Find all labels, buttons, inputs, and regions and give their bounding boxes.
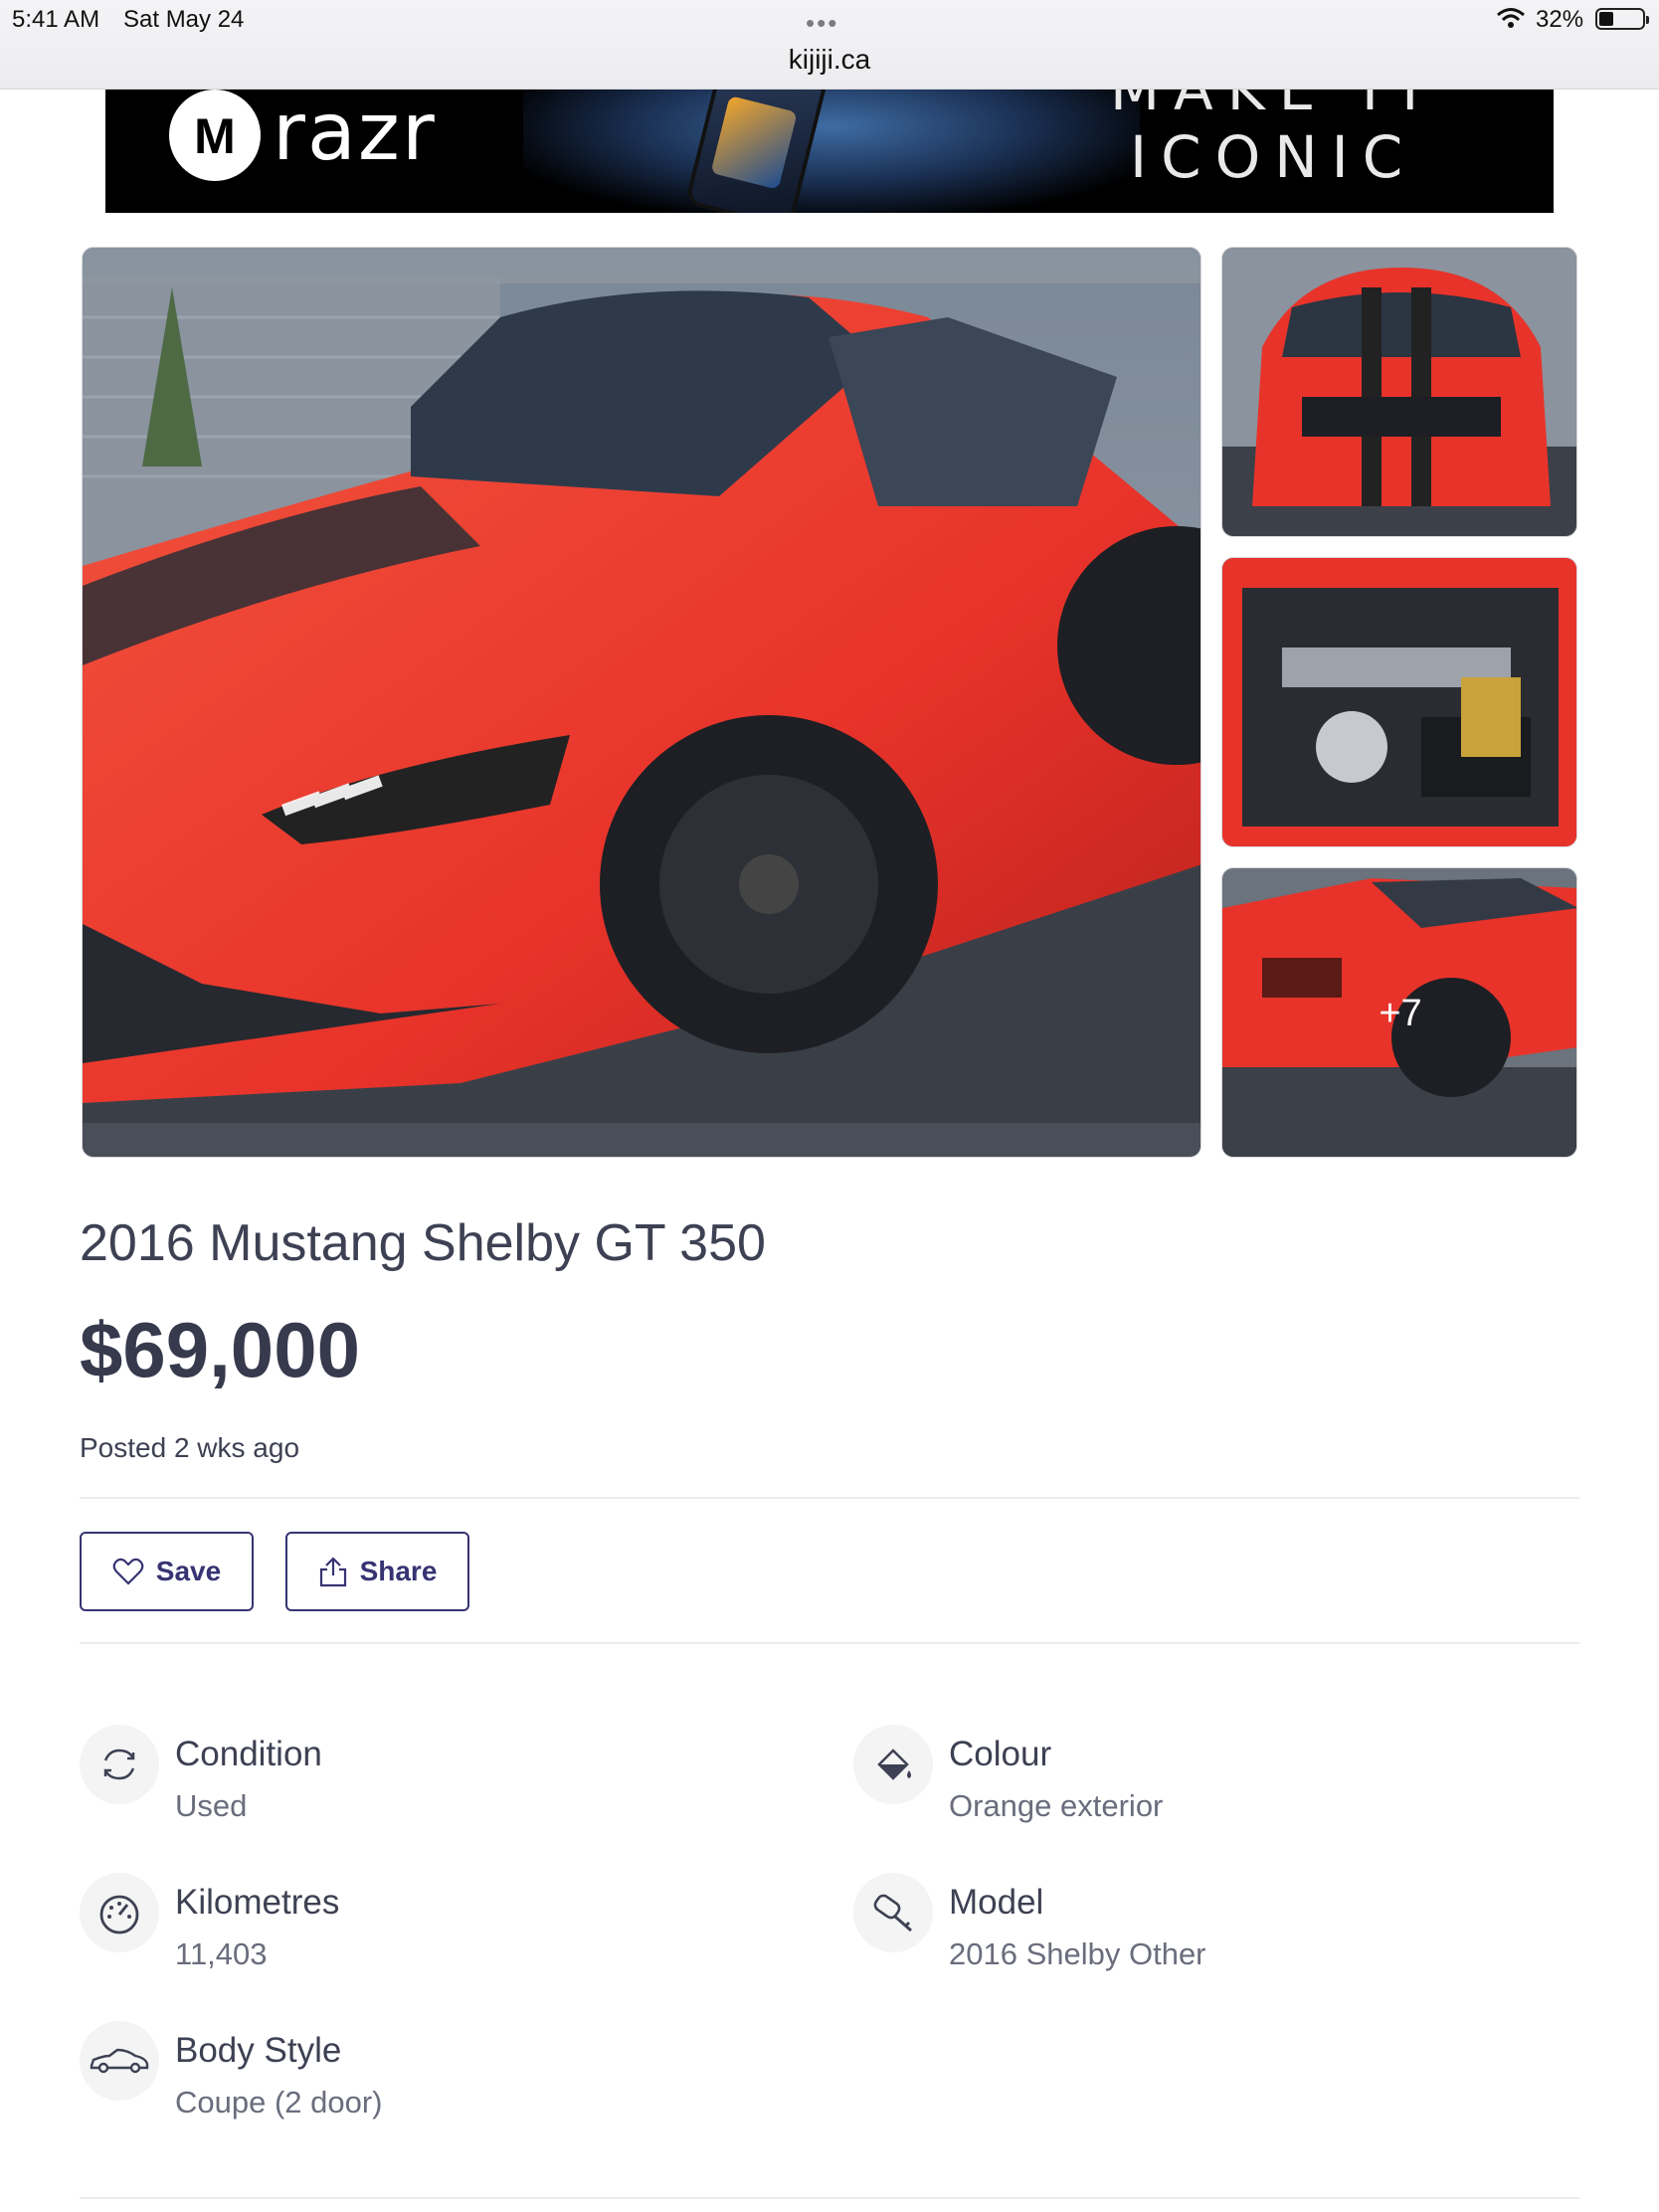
share-label: Share bbox=[359, 1556, 438, 1586]
ad-banner[interactable]: M razr MAKE IT ICONIC bbox=[105, 90, 1554, 213]
ad-background-glow bbox=[523, 90, 1140, 213]
attribute-label: Colour bbox=[949, 1735, 1052, 1773]
address-bar-url[interactable]: kijiji.ca bbox=[0, 44, 1659, 76]
ad-headline-line1: MAKE IT bbox=[1110, 90, 1442, 123]
share-button[interactable]: Share bbox=[285, 1532, 469, 1611]
ad-headline-line2: ICONIC bbox=[1130, 123, 1417, 191]
wifi-icon bbox=[1497, 8, 1525, 28]
more-photos-count: +7 bbox=[1379, 993, 1422, 1034]
attribute-model: Model 2016 Shelby Other bbox=[853, 1873, 1609, 1992]
car-key-icon bbox=[853, 1873, 933, 1952]
car-icon bbox=[80, 2021, 159, 2101]
share-icon bbox=[319, 1557, 346, 1587]
attribute-value: Coupe (2 door) bbox=[175, 2085, 383, 2120]
thumbnail-engine[interactable] bbox=[1221, 557, 1577, 847]
attribute-condition: Condition Used bbox=[80, 1725, 835, 1844]
posted-date: Posted 2 wks ago bbox=[80, 1432, 300, 1463]
status-date: Sat May 24 bbox=[123, 6, 245, 33]
heart-icon bbox=[112, 1558, 144, 1585]
attribute-value: 11,403 bbox=[175, 1936, 268, 1971]
attribute-label: Kilometres bbox=[175, 1883, 340, 1922]
listing-price: $69,000 bbox=[80, 1306, 360, 1393]
listing-title: 2016 Mustang Shelby GT 350 bbox=[80, 1214, 766, 1272]
browser-status-bar: 5:41 AM Sat May 24 ••• kijiji.ca 32% bbox=[0, 0, 1659, 90]
ad-brand-text: razr bbox=[273, 90, 437, 178]
thumbnail-rear-more[interactable]: +7 bbox=[1221, 867, 1577, 1158]
attribute-label: Model bbox=[949, 1883, 1044, 1922]
car-side-illustration bbox=[83, 248, 1200, 1157]
attribute-label: Body Style bbox=[175, 2031, 342, 2070]
battery-icon bbox=[1595, 8, 1649, 30]
paint-bucket-icon bbox=[853, 1725, 933, 1804]
attribute-value: Orange exterior bbox=[949, 1788, 1164, 1823]
more-dots-icon[interactable]: ••• bbox=[806, 8, 838, 39]
speedometer-icon bbox=[80, 1873, 159, 1952]
attribute-label: Condition bbox=[175, 1735, 322, 1773]
attribute-value: Used bbox=[175, 1788, 248, 1823]
refresh-icon bbox=[80, 1725, 159, 1804]
save-label: Save bbox=[155, 1556, 222, 1586]
attribute-colour: Colour Orange exterior bbox=[853, 1725, 1609, 1844]
divider bbox=[80, 2197, 1579, 2199]
status-time: 5:41 AM bbox=[12, 6, 100, 33]
attribute-body-style: Body Style Coupe (2 door) bbox=[80, 2021, 835, 2140]
battery-percent: 32% bbox=[1536, 6, 1584, 33]
attribute-value: 2016 Shelby Other bbox=[949, 1936, 1206, 1971]
divider bbox=[80, 1642, 1579, 1644]
motorola-logo-icon: M bbox=[169, 90, 261, 181]
main-listing-photo[interactable] bbox=[82, 247, 1201, 1158]
thumbnail-front[interactable] bbox=[1221, 247, 1577, 537]
divider bbox=[80, 1497, 1579, 1499]
save-button[interactable]: Save bbox=[80, 1532, 254, 1611]
attribute-kilometres: Kilometres 11,403 bbox=[80, 1873, 835, 1992]
